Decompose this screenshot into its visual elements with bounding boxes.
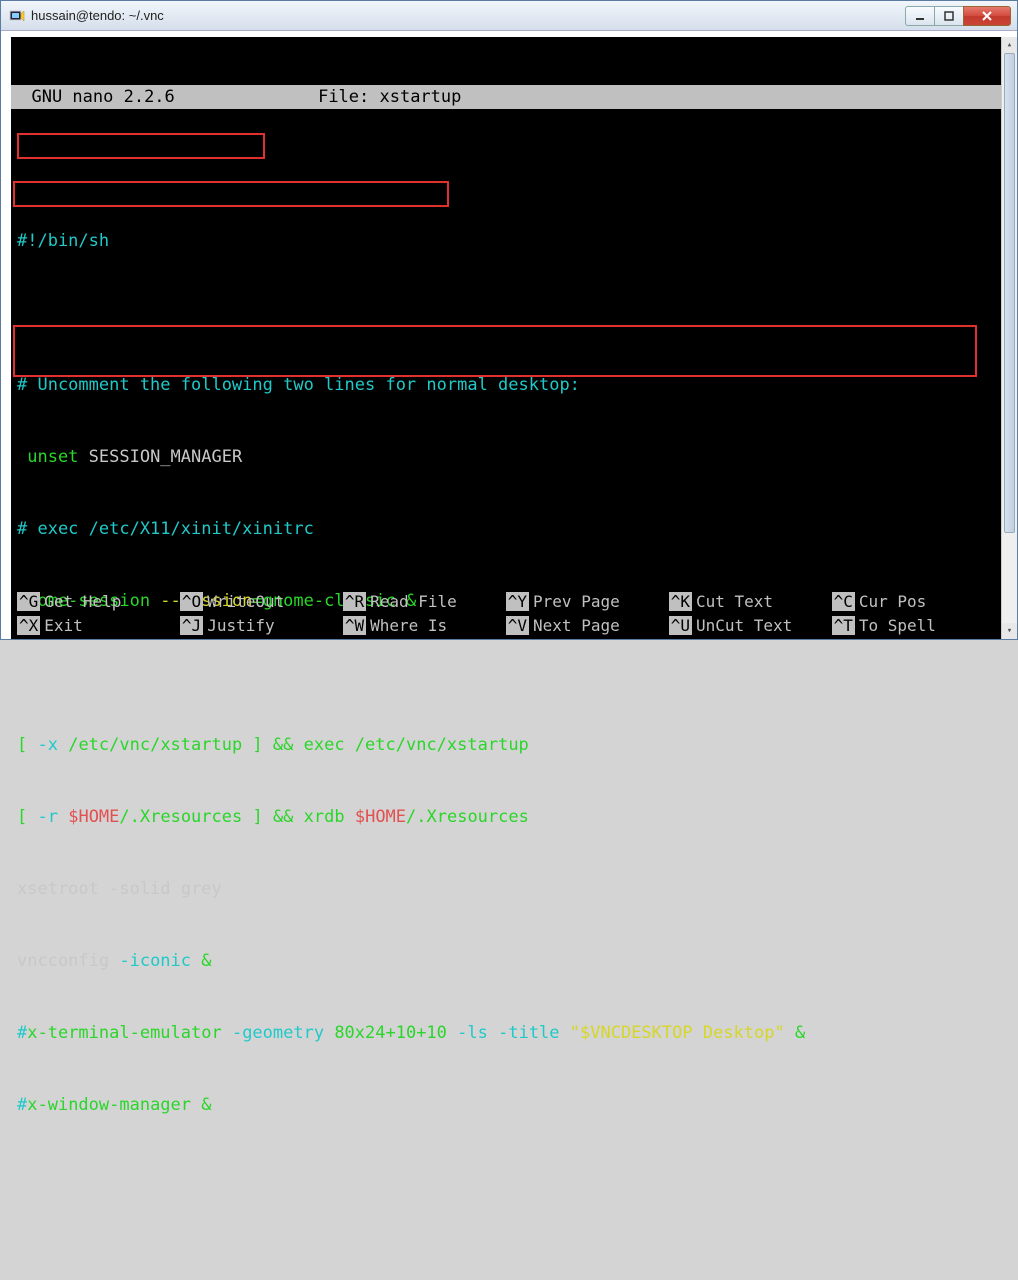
help-key: ^K — [669, 592, 692, 611]
help-item: ^VNext Page — [506, 613, 669, 637]
help-key: ^T — [832, 616, 855, 635]
putty-icon — [9, 8, 25, 24]
file-line: # exec /etc/X11/xinit/xinitrc — [11, 517, 1001, 541]
terminal-client: GNU nano 2.2.6 File: xstartup #!/bin/sh … — [1, 31, 1017, 639]
help-label: Where Is — [370, 616, 447, 635]
help-label: UnCut Text — [696, 616, 792, 635]
help-key: ^W — [343, 616, 366, 635]
file-line: vncconfig -iconic & — [11, 949, 1001, 973]
help-label: To Spell — [859, 616, 936, 635]
help-key: ^R — [343, 592, 366, 611]
putty-window: hussain@tendo: ~/.vnc GNU nano 2.2.6 Fil… — [0, 0, 1018, 640]
help-key: ^U — [669, 616, 692, 635]
file-line: unset SESSION_MANAGER — [11, 445, 1001, 469]
help-item: ^WWhere Is — [343, 613, 506, 637]
maximize-button[interactable] — [934, 6, 964, 26]
help-key: ^X — [17, 616, 40, 635]
help-label: Next Page — [533, 616, 620, 635]
file-line: #x-terminal-emulator -geometry 80x24+10+… — [11, 1021, 1001, 1045]
help-item: ^YPrev Page — [506, 589, 669, 613]
help-key: ^J — [180, 616, 203, 635]
nano-titlebar: GNU nano 2.2.6 File: xstartup — [11, 85, 1001, 109]
terminal[interactable]: GNU nano 2.2.6 File: xstartup #!/bin/sh … — [11, 37, 1001, 639]
nano-file: File: xstartup — [318, 85, 461, 109]
scroll-thumb[interactable] — [1004, 53, 1015, 533]
help-label: Cur Pos — [859, 592, 926, 611]
file-line: xsetroot -solid grey — [11, 877, 1001, 901]
vertical-scrollbar[interactable]: ▴ ▾ — [1001, 37, 1017, 639]
help-key: ^Y — [506, 592, 529, 611]
help-label: Prev Page — [533, 592, 620, 611]
scroll-up-button[interactable]: ▴ — [1002, 37, 1017, 53]
minimize-button[interactable] — [905, 6, 935, 26]
nano-help: ^GGet Help^OWriteOut^RRead File^YPrev Pa… — [11, 589, 1001, 639]
help-label: Justify — [207, 616, 274, 635]
help-label: Exit — [44, 616, 83, 635]
file-line — [11, 661, 1001, 685]
file-line: # Uncomment the following two lines for … — [11, 373, 1001, 397]
file-line: [ -x /etc/vnc/xstartup ] && exec /etc/vn… — [11, 733, 1001, 757]
close-button[interactable] — [963, 6, 1011, 26]
help-label: Read File — [370, 592, 457, 611]
help-item: ^TTo Spell — [832, 613, 995, 637]
help-key: ^O — [180, 592, 203, 611]
window-titlebar[interactable]: hussain@tendo: ~/.vnc — [1, 1, 1017, 31]
window-title: hussain@tendo: ~/.vnc — [31, 8, 906, 23]
help-label: Cut Text — [696, 592, 773, 611]
help-key: ^C — [832, 592, 855, 611]
file-line: #!/bin/sh — [11, 229, 1001, 253]
file-line — [11, 301, 1001, 325]
help-item: ^RRead File — [343, 589, 506, 613]
file-line: [ -r $HOME/.Xresources ] && xrdb $HOME/.… — [11, 805, 1001, 829]
help-item: ^GGet Help — [17, 589, 180, 613]
help-item: ^OWriteOut — [180, 589, 343, 613]
help-item: ^KCut Text — [669, 589, 832, 613]
file-line — [11, 157, 1001, 181]
help-key: ^G — [17, 592, 40, 611]
scroll-down-button[interactable]: ▾ — [1002, 623, 1017, 639]
help-item: ^XExit — [17, 613, 180, 637]
help-item: ^CCur Pos — [832, 589, 995, 613]
help-item: ^UUnCut Text — [669, 613, 832, 637]
file-line: #x-window-manager & — [11, 1093, 1001, 1117]
help-label: Get Help — [44, 592, 121, 611]
help-key: ^V — [506, 616, 529, 635]
help-item: ^JJustify — [180, 613, 343, 637]
help-label: WriteOut — [207, 592, 284, 611]
nano-app: GNU nano 2.2.6 — [31, 85, 174, 109]
